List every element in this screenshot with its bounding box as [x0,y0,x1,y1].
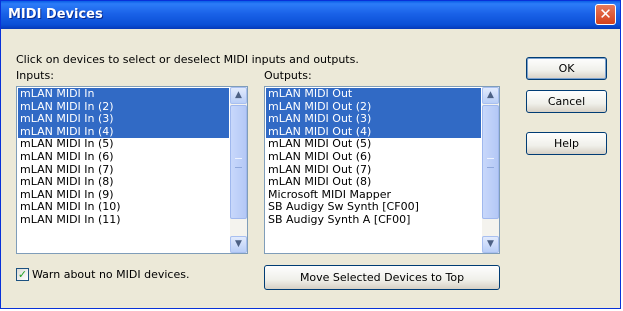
warn-checkbox[interactable]: ✓ [16,268,29,281]
inputs-scrollbar[interactable]: ▲ ▼ [230,87,247,253]
warn-checkbox-label[interactable]: Warn about no MIDI devices. [32,268,189,281]
output-device-item[interactable]: SB Audigy Synth A [CF00] [266,213,481,227]
input-device-item[interactable]: mLAN MIDI In (8) [18,176,229,189]
inputs-listbox[interactable]: mLAN MIDI In mLAN MIDI In (2) mLAN MIDI In… [16,86,248,254]
checkmark-icon: ✓ [17,268,28,281]
inputs-label: Inputs: [16,69,54,82]
cancel-button[interactable]: Cancel [526,90,607,113]
input-device-item[interactable]: mLAN MIDI In [18,87,229,101]
output-device-item[interactable]: mLAN MIDI Out (6) [266,150,481,164]
input-device-item[interactable]: mLAN MIDI In (6) [18,150,229,164]
chevron-up-icon: ▲ [235,90,242,100]
dialog-title: MIDI Devices [8,7,103,22]
inputs-scroll-down-button[interactable]: ▼ [230,236,247,253]
inputs-scroll-up-button[interactable]: ▲ [230,87,247,104]
title-bar[interactable]: MIDI Devices ✕ [1,1,620,29]
ok-button[interactable]: OK [526,57,607,80]
input-device-item[interactable]: mLAN MIDI In (3) [18,113,229,126]
chevron-up-icon: ▲ [487,90,494,100]
outputs-scroll-up-button[interactable]: ▲ [482,87,499,104]
grip-icon [235,158,242,168]
outputs-label: Outputs: [264,69,312,82]
help-button[interactable]: Help [526,132,607,155]
close-icon: ✕ [599,5,612,23]
input-device-item[interactable]: mLAN MIDI In (11) [18,213,229,227]
output-device-item[interactable]: mLAN MIDI Out (8) [266,176,481,189]
inputs-scroll-thumb[interactable] [230,105,247,219]
output-device-item[interactable]: mLAN MIDI Out (3) [266,113,481,126]
move-selected-to-top-button[interactable]: Move Selected Devices to Top [264,265,500,290]
outputs-listbox[interactable]: mLAN MIDI Out mLAN MIDI Out (2) mLAN MIDI … [264,86,500,254]
close-button[interactable]: ✕ [595,4,616,25]
chevron-down-icon: ▼ [487,239,494,249]
outputs-scrollbar[interactable]: ▲ ▼ [482,87,499,253]
outputs-list: mLAN MIDI Out mLAN MIDI Out (2) mLAN MIDI … [266,87,481,227]
chevron-down-icon: ▼ [235,239,242,249]
inputs-list: mLAN MIDI In mLAN MIDI In (2) mLAN MIDI In… [18,87,229,227]
outputs-scroll-down-button[interactable]: ▼ [482,236,499,253]
instruction-text: Click on devices to select or deselect M… [16,53,359,66]
outputs-scroll-thumb[interactable] [482,105,499,219]
grip-icon [487,158,494,168]
output-device-item[interactable]: mLAN MIDI Out [266,87,481,101]
